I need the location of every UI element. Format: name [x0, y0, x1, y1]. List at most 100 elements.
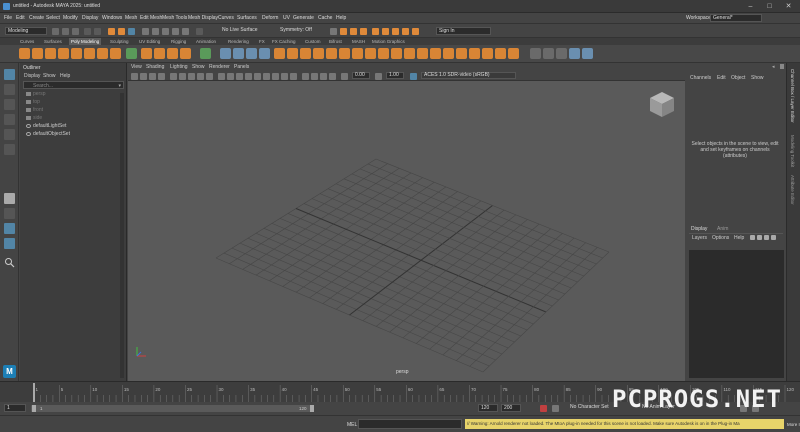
uv-editor-icon[interactable] — [569, 48, 580, 59]
svg-icon[interactable] — [180, 48, 191, 59]
list-item[interactable]: front — [33, 107, 43, 113]
tab-attribute-editor[interactable]: Attribute Editor — [790, 175, 795, 205]
history-icon[interactable] — [196, 28, 203, 35]
multi-cut-icon[interactable] — [339, 48, 350, 59]
menu-modify[interactable]: Modify — [63, 15, 78, 21]
tab-motion-graphics[interactable]: Motion Graphics — [370, 38, 407, 45]
menu-mesh-tools[interactable]: Mesh Tools — [162, 15, 187, 21]
poly-sphere-icon[interactable] — [19, 48, 30, 59]
extrude-icon[interactable] — [274, 48, 285, 59]
list-item[interactable]: side — [33, 115, 42, 121]
key-prefs-icon[interactable] — [552, 405, 559, 412]
command-language-label[interactable]: MEL — [347, 422, 357, 428]
outliner-menu-help[interactable]: Help — [60, 73, 70, 79]
tab-curves[interactable]: Curves — [18, 38, 36, 45]
four-view-icon[interactable] — [4, 208, 15, 219]
select-component-icon[interactable] — [128, 28, 135, 35]
start-frame-field[interactable]: 1 — [4, 404, 26, 412]
tab-sculpting[interactable]: Sculpting — [108, 38, 131, 45]
list-item[interactable]: persp — [33, 91, 46, 97]
fill-hole-icon[interactable] — [313, 48, 324, 59]
shadows-icon[interactable] — [263, 73, 270, 80]
reduce-icon[interactable] — [508, 48, 519, 59]
collapse-icon[interactable] — [430, 48, 441, 59]
super-shape-icon[interactable] — [141, 48, 152, 59]
merge-icon[interactable] — [443, 48, 454, 59]
new-layer-icon[interactable] — [764, 235, 769, 240]
command-input[interactable] — [358, 419, 462, 429]
tab-fx-caching[interactable]: FX Caching — [270, 38, 298, 45]
scale-tool-icon[interactable] — [4, 144, 15, 155]
layer-menu-options[interactable]: Options — [712, 235, 729, 241]
color-management-icon[interactable] — [410, 73, 417, 80]
target-weld-icon[interactable] — [352, 48, 363, 59]
tab-modeling-toolkit[interactable]: Modeling Toolkit — [790, 135, 795, 167]
append-polygon-icon[interactable] — [326, 48, 337, 59]
uv-project-icon[interactable] — [582, 48, 593, 59]
poly-cone-icon[interactable] — [58, 48, 69, 59]
poly-cylinder-icon[interactable] — [45, 48, 56, 59]
exposure-field[interactable]: 0.00 — [352, 72, 370, 79]
search-icon[interactable] — [4, 257, 15, 268]
cb-menu-edit[interactable]: Edit — [717, 75, 726, 81]
hypershade-icon[interactable] — [372, 28, 379, 35]
anti-alias-icon[interactable] — [290, 73, 297, 80]
image-plane-icon[interactable] — [158, 73, 165, 80]
platonic-solid-icon[interactable] — [110, 48, 121, 59]
type-icon[interactable] — [167, 48, 178, 59]
poly-plane-icon[interactable] — [84, 48, 95, 59]
slide-edge-icon[interactable] — [456, 48, 467, 59]
grid-toggle-icon[interactable] — [170, 73, 177, 80]
combine-icon[interactable] — [200, 48, 211, 59]
mode-dropdown[interactable]: Modeling — [5, 27, 47, 35]
safe-action-icon[interactable] — [206, 73, 213, 80]
tab-uv-editing[interactable]: UV Editing — [137, 38, 162, 45]
menu-surfaces[interactable]: Surfaces — [237, 15, 257, 21]
view-cube-icon[interactable] — [647, 89, 677, 119]
xray-joints-icon[interactable] — [320, 73, 327, 80]
layer-menu-help[interactable]: Help — [734, 235, 744, 241]
undo-icon[interactable] — [84, 28, 91, 35]
poke-icon[interactable] — [469, 48, 480, 59]
select-tool-icon[interactable] — [4, 69, 15, 80]
light-editor-icon[interactable] — [392, 28, 399, 35]
move-tool-icon[interactable] — [4, 114, 15, 125]
tab-fx[interactable]: FX — [257, 38, 267, 45]
tab-rigging[interactable]: Rigging — [169, 38, 188, 45]
toggle-render-icon[interactable] — [412, 28, 419, 35]
outer-end-field[interactable]: 200 — [501, 404, 521, 412]
render-icon[interactable] — [340, 28, 347, 35]
range-start-handle[interactable] — [32, 405, 36, 412]
lasso-tool-icon[interactable] — [4, 84, 15, 95]
maya-help-icon[interactable]: M — [3, 365, 16, 378]
gate-mask-icon[interactable] — [197, 73, 204, 80]
sign-in-dropdown[interactable]: Sign In — [436, 27, 491, 35]
insert-loop-icon[interactable] — [404, 48, 415, 59]
bevel-icon[interactable] — [300, 48, 311, 59]
cb-menu-channels[interactable]: Channels — [690, 75, 711, 81]
snap-surface-icon[interactable] — [182, 28, 189, 35]
outliner-scrollbar[interactable] — [120, 93, 124, 378]
offset-loop-icon[interactable] — [417, 48, 428, 59]
tab-bifrost[interactable]: Bifrost — [327, 38, 344, 45]
outliner-search-input[interactable]: Search... ▾ — [23, 81, 124, 89]
xray-icon[interactable] — [311, 73, 318, 80]
poly-disc-icon[interactable] — [97, 48, 108, 59]
rotate-tool-icon[interactable] — [4, 129, 15, 140]
menu-windows[interactable]: Windows — [102, 15, 122, 21]
wedge-icon[interactable] — [482, 48, 493, 59]
snap-point-icon[interactable] — [162, 28, 169, 35]
select-object-icon[interactable] — [118, 28, 125, 35]
isolate-select-icon[interactable] — [302, 73, 309, 80]
maximize-button[interactable]: □ — [764, 2, 775, 11]
menu-edit[interactable]: Edit — [16, 15, 25, 21]
poly-sphere-alt-icon[interactable] — [126, 48, 137, 59]
poly-cube-icon[interactable] — [32, 48, 43, 59]
lock-icon[interactable] — [780, 64, 784, 69]
sweep-mesh-icon[interactable] — [154, 48, 165, 59]
minimize-button[interactable]: – — [745, 2, 756, 11]
soft-select-icon[interactable] — [556, 48, 567, 59]
cb-menu-object[interactable]: Object — [731, 75, 745, 81]
tab-rendering[interactable]: Rendering — [226, 38, 251, 45]
search-options-chevron-icon[interactable]: ▾ — [118, 83, 121, 89]
